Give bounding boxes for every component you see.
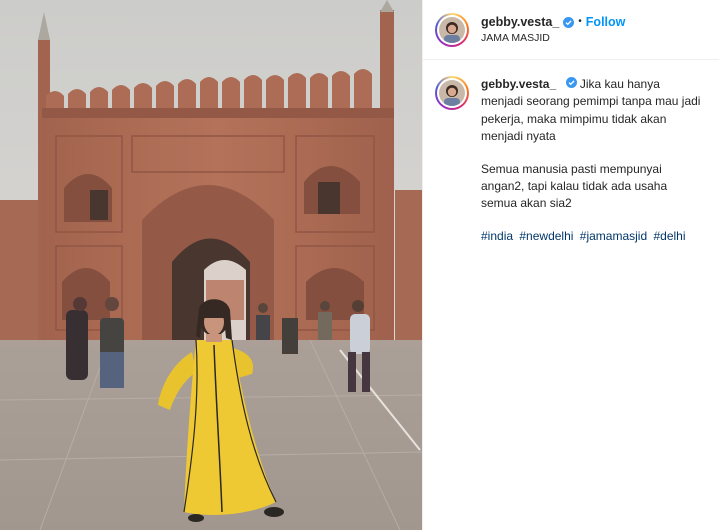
caption-avatar[interactable] [435,76,469,110]
avatar[interactable] [435,12,469,47]
caption-body: gebby.vesta_ Jika kau hanya menjadi seor… [481,76,703,245]
follow-button[interactable]: Follow [586,15,626,30]
verified-badge-icon [565,76,577,88]
separator-dot: • [578,16,582,28]
caption: gebby.vesta_ Jika kau hanya menjadi seor… [423,60,719,245]
profile-avatar-image [439,16,465,43]
post-side-panel: gebby.vesta_ • Follow JAMA MASJID gebby.… [422,0,719,530]
hashtag-link[interactable]: #newdelhi [519,229,573,243]
header-text: gebby.vesta_ • Follow JAMA MASJID [481,15,625,45]
caption-username-link[interactable]: gebby.vesta_ [481,77,556,91]
verified-badge-icon [563,16,575,28]
post-image [0,0,422,530]
hashtag-link[interactable]: #jamamasjid [580,229,647,243]
post-header: gebby.vesta_ • Follow JAMA MASJID [423,0,719,60]
caption-avatar-image [439,80,465,106]
header-name-row: gebby.vesta_ • Follow [481,15,625,30]
hashtag-link[interactable]: #india [481,229,513,243]
username-link[interactable]: gebby.vesta_ [481,15,559,30]
caption-paragraph-2: Semua manusia pasti mempunyai angan2, ta… [481,161,668,211]
post-photo[interactable] [0,0,422,530]
hashtag-list: #india #newdelhi #jamamasjid #delhi [481,228,703,245]
caption-paragraph-1: gebby.vesta_ Jika kau hanya menjadi seor… [481,76,703,146]
location-link[interactable]: JAMA MASJID [481,32,625,45]
hashtag-link[interactable]: #delhi [653,229,685,243]
